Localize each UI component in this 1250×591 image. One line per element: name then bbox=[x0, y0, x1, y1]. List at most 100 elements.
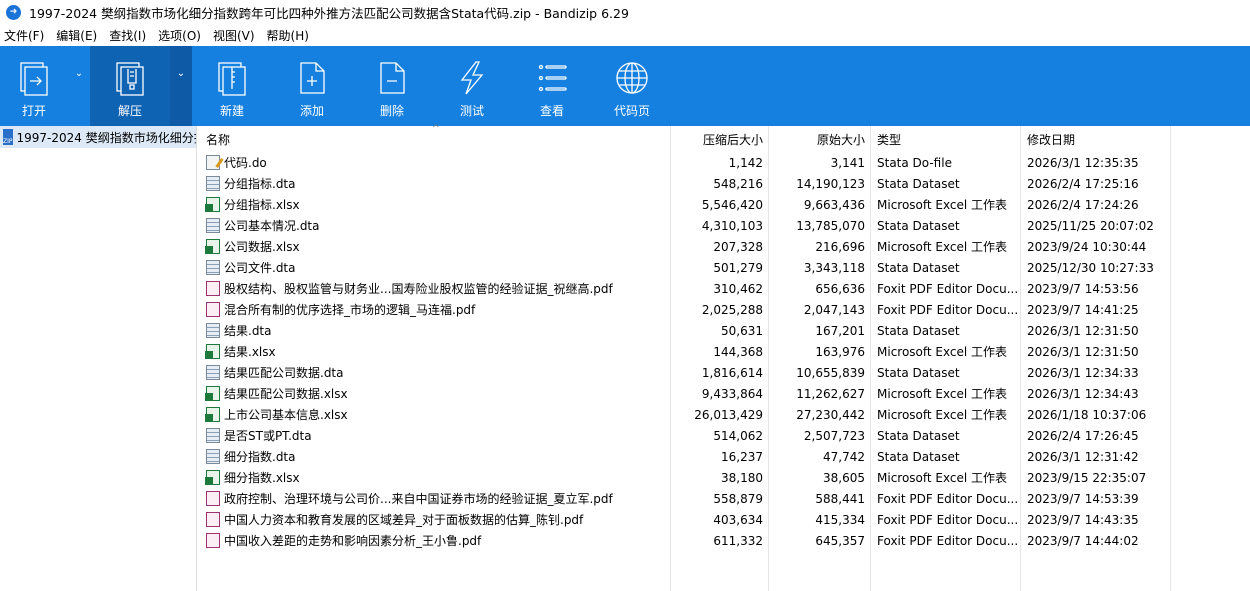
dta-file-icon bbox=[206, 365, 220, 380]
pdf-file-icon bbox=[206, 302, 220, 317]
file-row[interactable]: 政府控制、治理环境与公司价...来自中国证券市场的经验证据_夏立军.pdf 55… bbox=[200, 488, 1250, 509]
column-header-compressed[interactable]: 压缩后大小 bbox=[670, 131, 768, 148]
file-row[interactable]: 上市公司基本信息.xlsx 26,013,429 27,230,442 Micr… bbox=[200, 404, 1250, 425]
menu-edit[interactable]: 编辑(E) bbox=[56, 27, 97, 44]
new-archive-icon bbox=[218, 62, 246, 96]
folder-tree: ZIP 1997-2024 樊纲指数市场化细分指数跨年可比四种外推方法匹配公司数… bbox=[0, 126, 197, 591]
zip-icon: ZIP bbox=[3, 129, 13, 145]
file-row[interactable]: 结果.dta 50,631 167,201 Stata Dataset 2026… bbox=[200, 320, 1250, 341]
menu-options[interactable]: 选项(O) bbox=[158, 27, 201, 44]
lightning-icon bbox=[460, 61, 484, 95]
file-row[interactable]: 中国收入差距的走势和影响因素分析_王小鲁.pdf 611,332 645,357… bbox=[200, 530, 1250, 551]
file-type: Microsoft Excel 工作表 bbox=[877, 408, 1008, 422]
original-size: 38,605 bbox=[823, 470, 865, 485]
file-type: Stata Dataset bbox=[877, 428, 960, 443]
file-row[interactable]: 股权结构、股权监管与财务业...国寿险业股权监管的经验证据_祝继高.pdf 31… bbox=[200, 278, 1250, 299]
column-header-modified[interactable]: 修改日期 bbox=[1020, 131, 1170, 148]
dta-file-icon bbox=[206, 176, 220, 191]
bandizip-app-icon: ➜ bbox=[6, 4, 21, 20]
file-row[interactable]: 是否ST或PT.dta 514,062 2,507,723 Stata Data… bbox=[200, 425, 1250, 446]
column-header-type[interactable]: 类型 bbox=[870, 131, 1020, 148]
file-row[interactable]: 结果.xlsx 144,368 163,976 Microsoft Excel … bbox=[200, 341, 1250, 362]
compressed-size: 2,025,288 bbox=[701, 302, 763, 317]
list-icon bbox=[538, 64, 567, 92]
menu-file[interactable]: 文件(F) bbox=[4, 27, 44, 44]
file-name: 结果匹配公司数据.dta bbox=[224, 366, 344, 380]
compressed-size: 310,462 bbox=[713, 281, 763, 296]
menu-help[interactable]: 帮助(H) bbox=[267, 27, 309, 44]
view-button[interactable]: 查看 bbox=[512, 46, 592, 126]
do-file-icon bbox=[206, 155, 220, 170]
pdf-file-icon bbox=[206, 533, 220, 548]
new-button[interactable]: 新建 bbox=[192, 46, 272, 126]
menu-find[interactable]: 查找(I) bbox=[109, 27, 146, 44]
extract-button[interactable]: 解压 bbox=[90, 46, 170, 126]
file-row[interactable]: 结果匹配公司数据.dta 1,816,614 10,655,839 Stata … bbox=[200, 362, 1250, 383]
modified-date: 2023/9/7 14:41:25 bbox=[1027, 302, 1139, 317]
compressed-size: 501,279 bbox=[713, 260, 763, 275]
file-name: 中国人力资本和教育发展的区域差异_对于面板数据的估算_陈钊.pdf bbox=[224, 513, 584, 527]
original-size: 11,262,627 bbox=[796, 386, 865, 401]
modified-date: 2026/1/18 10:37:06 bbox=[1027, 407, 1147, 422]
file-type: Foxit PDF Editor Docu... bbox=[877, 281, 1019, 296]
open-button[interactable]: 打开 bbox=[0, 46, 68, 126]
original-size: 415,334 bbox=[815, 512, 865, 527]
column-header-name[interactable]: 名称 bbox=[200, 131, 670, 148]
file-name-cell: 代码.do bbox=[200, 154, 670, 171]
file-name: 结果.dta bbox=[224, 324, 272, 338]
tree-root-archive[interactable]: ZIP 1997-2024 樊纲指数市场化细分指数跨年可比四种外推方法匹配公司数… bbox=[0, 126, 196, 148]
file-name: 分组指标.dta bbox=[224, 177, 296, 191]
file-name-cell: 政府控制、治理环境与公司价...来自中国证券市场的经验证据_夏立军.pdf bbox=[200, 490, 670, 507]
compressed-size: 4,310,103 bbox=[701, 218, 763, 233]
file-row[interactable]: 结果匹配公司数据.xlsx 9,433,864 11,262,627 Micro… bbox=[200, 383, 1250, 404]
file-type: Microsoft Excel 工作表 bbox=[877, 471, 1008, 485]
add-file-icon bbox=[300, 62, 325, 94]
file-row[interactable]: 分组指标.dta 548,216 14,190,123 Stata Datase… bbox=[200, 173, 1250, 194]
file-name-cell: 公司数据.xlsx bbox=[200, 238, 670, 255]
original-size: 2,047,143 bbox=[803, 302, 865, 317]
file-row[interactable]: 中国人力资本和教育发展的区域差异_对于面板数据的估算_陈钊.pdf 403,63… bbox=[200, 509, 1250, 530]
file-row[interactable]: 混合所有制的优序选择_市场的逻辑_马连福.pdf 2,025,288 2,047… bbox=[200, 299, 1250, 320]
menu-view[interactable]: 视图(V) bbox=[213, 27, 255, 44]
modified-date: 2025/12/30 10:27:33 bbox=[1027, 260, 1154, 275]
file-list: 名称 压缩后大小 原始大小 类型 修改日期 代码.do 1,142 3,141 … bbox=[200, 126, 1250, 591]
modified-date: 2023/9/7 14:53:56 bbox=[1027, 281, 1139, 296]
test-button[interactable]: 测试 bbox=[432, 46, 512, 126]
open-dropdown[interactable]: ⌄ bbox=[68, 46, 90, 126]
file-name-cell: 分组指标.xlsx bbox=[200, 196, 670, 213]
codepage-button[interactable]: 代码页 bbox=[592, 46, 672, 126]
modified-date: 2023/9/24 10:30:44 bbox=[1027, 239, 1147, 254]
file-name: 政府控制、治理环境与公司价...来自中国证券市场的经验证据_夏立军.pdf bbox=[224, 492, 613, 506]
compressed-size: 26,013,429 bbox=[694, 407, 763, 422]
file-name: 中国收入差距的走势和影响因素分析_王小鲁.pdf bbox=[224, 534, 482, 548]
file-name: 公司数据.xlsx bbox=[224, 240, 300, 254]
compressed-size: 1,816,614 bbox=[701, 365, 763, 380]
file-row[interactable]: 公司文件.dta 501,279 3,343,118 Stata Dataset… bbox=[200, 257, 1250, 278]
original-size: 3,141 bbox=[830, 155, 865, 170]
file-name-cell: 公司基本情况.dta bbox=[200, 217, 670, 234]
modified-date: 2025/11/25 20:07:02 bbox=[1027, 218, 1154, 233]
column-header-original[interactable]: 原始大小 bbox=[768, 131, 870, 148]
file-name-cell: 是否ST或PT.dta bbox=[200, 427, 670, 444]
original-size: 9,663,436 bbox=[803, 197, 865, 212]
file-row[interactable]: 公司数据.xlsx 207,328 216,696 Microsoft Exce… bbox=[200, 236, 1250, 257]
file-name: 是否ST或PT.dta bbox=[224, 429, 312, 443]
file-row[interactable]: 细分指数.xlsx 38,180 38,605 Microsoft Excel … bbox=[200, 467, 1250, 488]
globe-icon bbox=[616, 62, 648, 94]
original-size: 167,201 bbox=[815, 323, 865, 338]
original-size: 10,655,839 bbox=[796, 365, 865, 380]
original-size: 588,441 bbox=[815, 491, 865, 506]
original-size: 645,357 bbox=[815, 533, 865, 548]
add-button[interactable]: 添加 bbox=[272, 46, 352, 126]
file-row[interactable]: 代码.do 1,142 3,141 Stata Do-file 2026/3/1… bbox=[200, 152, 1250, 173]
file-name-cell: 混合所有制的优序选择_市场的逻辑_马连福.pdf bbox=[200, 301, 670, 318]
file-type: Stata Do-file bbox=[877, 155, 952, 170]
extract-dropdown[interactable]: ⌄ bbox=[170, 46, 192, 126]
file-row[interactable]: 细分指数.dta 16,237 47,742 Stata Dataset 202… bbox=[200, 446, 1250, 467]
file-row[interactable]: 公司基本情况.dta 4,310,103 13,785,070 Stata Da… bbox=[200, 215, 1250, 236]
xlsx-file-icon bbox=[205, 407, 220, 422]
file-type: Microsoft Excel 工作表 bbox=[877, 387, 1008, 401]
delete-button[interactable]: 删除 bbox=[352, 46, 432, 126]
file-row[interactable]: 分组指标.xlsx 5,546,420 9,663,436 Microsoft … bbox=[200, 194, 1250, 215]
modified-date: 2023/9/7 14:53:39 bbox=[1027, 491, 1139, 506]
